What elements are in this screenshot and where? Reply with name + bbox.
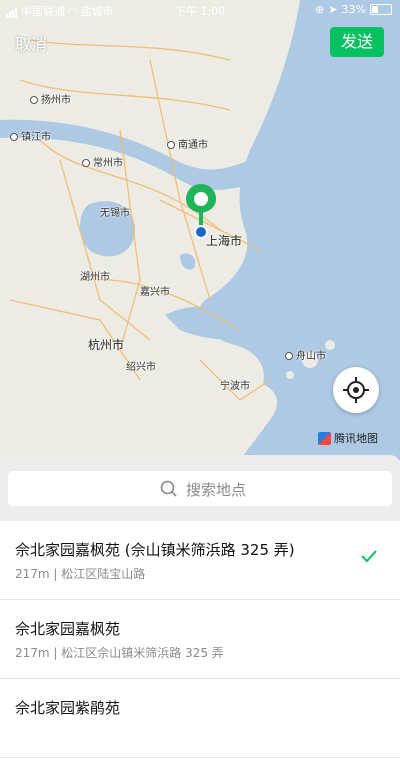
status-bar: 中国联通 ◠ 盐城市 下午 1:00 ⊕ ➤ 33% (0, 0, 400, 20)
send-button[interactable]: 发送 (330, 27, 384, 57)
cancel-button[interactable]: 取消 (15, 31, 47, 55)
crosshair-icon (343, 377, 369, 403)
results-list: 佘北家园嘉枫苑 (佘山镇米筛浜路 325 弄) 217m | 松江区陆宝山路 佘… (0, 521, 400, 758)
city-label: 嘉兴市 (140, 287, 170, 298)
place-subtitle: 217m | 松江区陆宝山路 (15, 567, 146, 581)
search-placeholder: 搜索地点 (186, 481, 247, 499)
city-label: 杭州市 (88, 338, 125, 352)
orientation-lock-icon: ⊕ (315, 3, 325, 16)
city-label: 湖州市 (80, 272, 110, 283)
city-label: 南通市 (167, 136, 208, 151)
place-subtitle: 217m | 松江区佘山镇米筛浜路 325 弄 (15, 646, 224, 660)
place-title: 佘北家园紫鹃苑 (15, 699, 121, 717)
city-label: 镇江市 (10, 128, 51, 143)
list-item[interactable]: 佘北家园嘉枫苑 (佘山镇米筛浜路 325 弄) 217m | 松江区陆宝山路 (0, 521, 400, 600)
tencent-map-logo-icon (318, 431, 331, 445)
check-icon (361, 550, 377, 563)
place-title: 佘北家园嘉枫苑 (佘山镇米筛浜路 325 弄) (15, 541, 295, 559)
search-input[interactable]: 搜索地点 (8, 471, 392, 506)
map-attribution: 腾讯地图 (318, 430, 378, 446)
recenter-location-button[interactable] (333, 367, 379, 413)
list-item[interactable]: 佘北家园紫鹃苑 (0, 679, 400, 758)
place-title: 佘北家园嘉枫苑 (15, 620, 121, 638)
city-label: 常州市 (82, 154, 123, 169)
list-item[interactable]: 佘北家园嘉枫苑 217m | 松江区佘山镇米筛浜路 325 弄 (0, 600, 400, 679)
battery-icon (370, 4, 392, 15)
city-label: 扬州市 (30, 91, 71, 106)
battery-percent: 33% (341, 3, 366, 16)
city-label: 无锡市 (100, 208, 130, 219)
location-pin-icon (186, 184, 216, 239)
city-label: 宁波市 (220, 381, 250, 392)
city-label: 舟山市 (285, 347, 326, 362)
location-arrow-icon: ➤ (328, 3, 338, 16)
city-label: 绍兴市 (126, 362, 156, 373)
location-sheet: 搜索地点 佘北家园嘉枫苑 (佘山镇米筛浜路 325 弄) 217m | 松江区陆… (0, 455, 400, 758)
search-icon (160, 480, 177, 497)
map-view[interactable]: 扬州市 镇江市 南通市 常州市 无锡市 上海市 湖州市 嘉兴市 杭州市 绍兴市 … (0, 0, 400, 460)
